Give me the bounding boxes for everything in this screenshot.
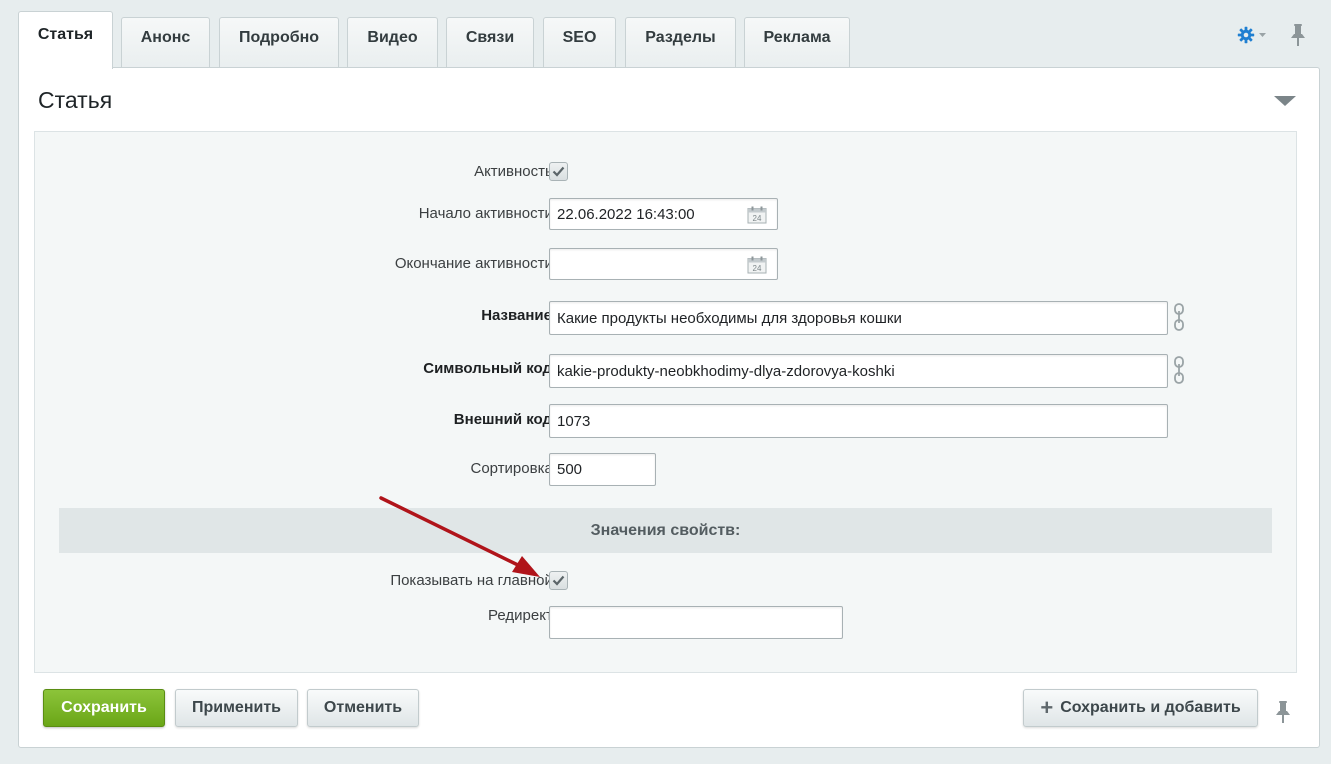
gear-icon	[1237, 26, 1255, 44]
tab-announce[interactable]: Анонс	[121, 17, 210, 69]
redirect-label: Редирект:	[488, 607, 557, 624]
checkmark-icon	[552, 166, 565, 177]
active-label: Активность:	[474, 163, 557, 180]
collapse-arrow-icon[interactable]	[1274, 96, 1296, 106]
show-main-label: Показывать на главной:	[390, 572, 557, 589]
tab-video[interactable]: Видео	[347, 17, 438, 69]
tab-article[interactable]: Статья	[18, 11, 113, 69]
start-date-value: 22.06.2022 16:43:00	[557, 205, 695, 223]
name-label: Название:	[481, 307, 557, 324]
calendar-icon[interactable]: 24	[747, 206, 767, 224]
checkmark-icon	[552, 575, 565, 586]
save-and-add-label: Сохранить и добавить	[1060, 699, 1241, 716]
apply-button[interactable]: Применить	[175, 689, 298, 727]
end-label: Окончание активности:	[394, 255, 557, 272]
tab-sections[interactable]: Разделы	[625, 17, 736, 69]
panel-title: Статья	[38, 87, 113, 113]
link-icon[interactable]	[1172, 303, 1186, 331]
edit-panel: Статья Активность: Начало активности: 22…	[18, 67, 1320, 748]
sort-value: 500	[557, 461, 583, 478]
save-and-add-button[interactable]: + Сохранить и добавить	[1023, 689, 1258, 727]
tab-details[interactable]: Подробно	[219, 17, 339, 69]
link-icon[interactable]	[1172, 356, 1186, 384]
pin-icon[interactable]	[1289, 24, 1307, 46]
code-input[interactable]: kakie-produkty-neobkhodimy-dlya-zdorovya…	[549, 354, 1168, 388]
svg-text:24: 24	[753, 214, 762, 223]
start-label: Начало активности:	[418, 205, 557, 222]
tab-links[interactable]: Связи	[446, 17, 534, 69]
code-label: Символьный код:	[423, 360, 557, 377]
start-date-input[interactable]: 22.06.2022 16:43:00 24	[549, 198, 778, 230]
cancel-button[interactable]: Отменить	[307, 689, 419, 727]
redirect-input[interactable]	[549, 606, 843, 639]
tab-ads[interactable]: Реклама	[744, 17, 850, 69]
form-section: Активность: Начало активности: 22.06.202…	[34, 131, 1297, 673]
plus-icon: +	[1040, 695, 1054, 720]
name-value: Какие продукты необходимы для здоровья к…	[557, 309, 902, 327]
tab-seo[interactable]: SEO	[543, 17, 616, 69]
settings-menu[interactable]	[1237, 25, 1267, 45]
sort-input[interactable]: 500	[549, 453, 656, 486]
calendar-icon[interactable]: 24	[747, 256, 767, 274]
code-value: kakie-produkty-neobkhodimy-dlya-zdorovya…	[557, 362, 895, 380]
xml-id-input[interactable]: 1073	[549, 404, 1168, 438]
svg-text:24: 24	[753, 264, 762, 273]
end-date-input[interactable]: 24	[549, 248, 778, 280]
xml-id-value: 1073	[557, 412, 591, 430]
tab-bar: Статья Анонс Подробно Видео Связи SEO Ра…	[18, 11, 1318, 69]
sort-label: Сортировка:	[470, 460, 558, 477]
properties-section-header: Значения свойств:	[59, 508, 1272, 553]
xml-id-label: Внешний код:	[453, 411, 557, 428]
name-input[interactable]: Какие продукты необходимы для здоровья к…	[549, 301, 1168, 335]
show-main-checkbox[interactable]	[549, 571, 568, 590]
save-button[interactable]: Сохранить	[43, 689, 165, 727]
active-checkbox[interactable]	[549, 162, 568, 181]
chevron-down-icon	[1259, 32, 1266, 37]
pin-icon[interactable]	[1274, 700, 1292, 724]
